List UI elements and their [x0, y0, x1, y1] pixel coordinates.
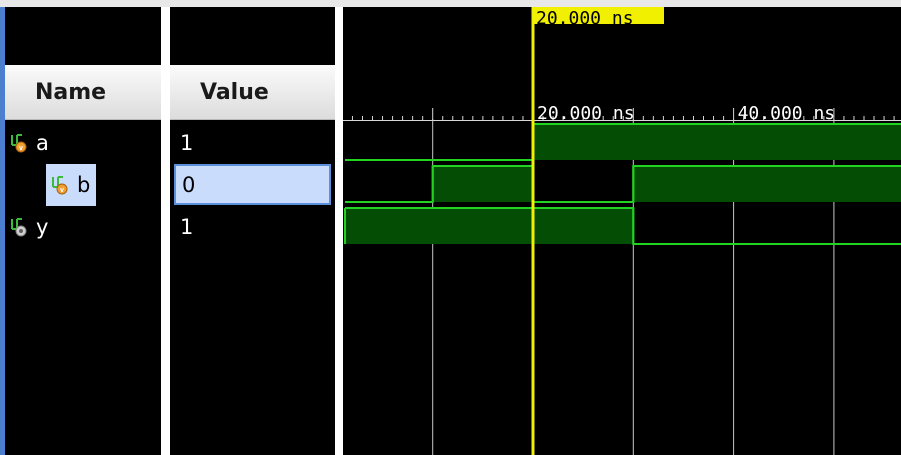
svg-text:v: v: [19, 144, 23, 152]
name-column-header[interactable]: Name: [5, 65, 161, 120]
value-cell-y[interactable]: 1: [170, 206, 335, 248]
pane-splitter[interactable]: [335, 7, 343, 455]
value-pane: Value 1 0 1: [170, 7, 335, 455]
value-cell-b[interactable]: 0: [174, 164, 331, 205]
signal-row-y[interactable]: y: [5, 206, 54, 248]
input-signal-icon: v: [11, 134, 27, 153]
time-label: 20.000 ns: [537, 103, 635, 124]
name-column-label: Name: [35, 79, 107, 105]
top-strip: [0, 0, 901, 7]
signal-name: y: [36, 215, 49, 239]
waveform-canvas[interactable]: 20.000 ns 40.000 ns 20.000 ns: [343, 7, 901, 455]
input-signal-icon: v: [52, 176, 68, 195]
cursor-time-label: 20.000 ns: [536, 8, 634, 29]
high-segment: [633, 166, 901, 202]
time-label: 40.000 ns: [738, 103, 836, 124]
value-column-header[interactable]: Value: [170, 65, 335, 120]
high-segment: [345, 208, 634, 244]
high-segment: [432, 166, 533, 202]
value-cell-a[interactable]: 1: [170, 122, 335, 164]
name-pane: Name v a v b y: [5, 7, 161, 455]
signal-row-a[interactable]: v a: [5, 122, 55, 164]
column-divider[interactable]: [161, 7, 170, 455]
value-column-label: Value: [200, 79, 269, 105]
high-segment: [533, 124, 901, 160]
signal-name: a: [36, 131, 49, 155]
signal-name: b: [77, 173, 91, 197]
waveform-pane[interactable]: 20.000 ns 40.000 ns 20.000 ns: [343, 7, 901, 455]
svg-text:v: v: [60, 186, 64, 194]
signal-row-b[interactable]: v b: [5, 164, 97, 206]
output-signal-icon: [11, 218, 27, 237]
